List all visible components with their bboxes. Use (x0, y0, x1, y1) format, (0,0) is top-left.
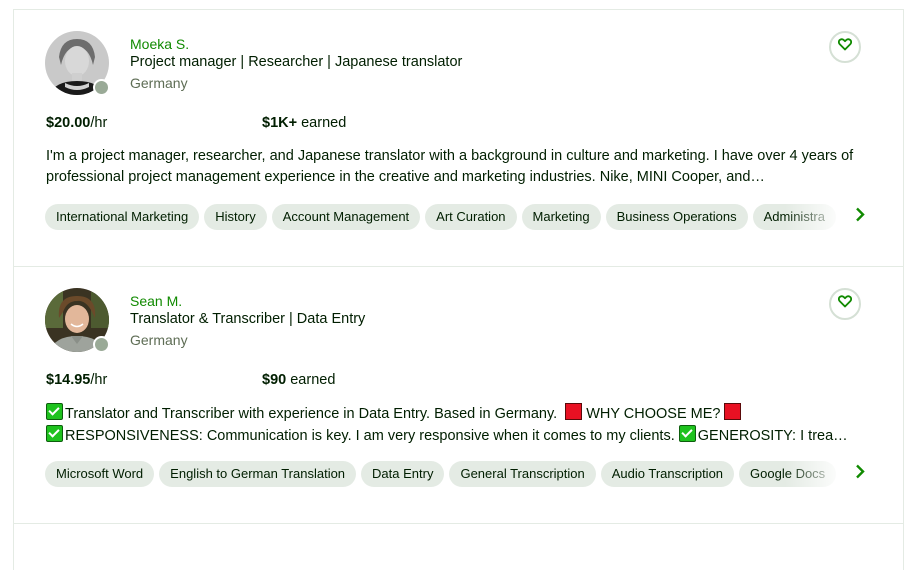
hourly-rate: $20.00/hr (46, 115, 107, 131)
check-mark-emoji-icon (678, 425, 696, 442)
red-square-emoji-icon (565, 403, 583, 420)
rate-unit: /hr (90, 115, 108, 131)
skills-next-button[interactable] (852, 206, 868, 228)
total-earned: $1K+ earned (262, 115, 346, 131)
hourly-rate: $14.95/hr (46, 372, 107, 388)
freelancer-description[interactable]: Translator and Transcriber with experien… (46, 403, 876, 447)
check-mark-emoji-icon (46, 403, 63, 420)
skill-chip[interactable]: Business Operations (605, 204, 748, 230)
description-text: RESPONSIVENESS: Communication is key. I … (65, 428, 675, 444)
skill-chip[interactable]: Data Entry (361, 461, 445, 487)
description-text: GENEROSITY: I trea… (697, 428, 848, 444)
skill-chip[interactable]: Marketing (521, 204, 601, 230)
save-favorite-button[interactable] (829, 31, 861, 63)
skill-chip[interactable]: Google Docs (739, 461, 837, 487)
description-text: Translator and Transcriber with experien… (65, 406, 558, 422)
rate-amount: $14.95 (46, 372, 91, 388)
earned-label: earned (297, 115, 347, 131)
save-favorite-button[interactable] (829, 288, 861, 320)
freelancer-list: Moeka S. Project manager | Researcher | … (13, 9, 904, 570)
skills-carousel: International Marketing History Account … (45, 204, 845, 231)
skill-chip[interactable]: Art Curation (425, 204, 517, 230)
skills-carousel: Microsoft Word English to German Transla… (45, 461, 845, 488)
freelancer-location: Germany (130, 332, 188, 348)
red-square-emoji-icon (724, 403, 742, 420)
earned-amount: $1K+ (262, 115, 298, 131)
rate-unit: /hr (90, 372, 108, 388)
chevron-right-icon (855, 464, 865, 484)
online-status-dot (93, 79, 110, 96)
skill-chip[interactable]: Microsoft Word (45, 461, 155, 487)
skill-chip[interactable]: English to German Translation (159, 461, 357, 487)
earned-amount: $90 (262, 372, 287, 388)
freelancer-title: Translator & Transcriber | Data Entry (130, 311, 366, 327)
freelancer-location: Germany (130, 75, 188, 91)
freelancer-description[interactable]: I'm a project manager, researcher, and J… (46, 146, 876, 188)
freelancer-name[interactable]: Moeka S. (130, 36, 189, 52)
heart-outline-icon (837, 38, 853, 56)
check-mark-emoji-icon (46, 425, 63, 442)
online-status-dot (93, 336, 110, 353)
freelancer-name[interactable]: Sean M. (130, 293, 182, 309)
heart-outline-icon (837, 295, 853, 313)
freelancer-card[interactable]: Moeka S. Project manager | Researcher | … (14, 10, 903, 267)
skill-chip[interactable]: Audio Transcription (600, 461, 735, 487)
description-text: WHY CHOOSE ME? (586, 406, 721, 422)
skill-chip[interactable]: Account Management (271, 204, 421, 230)
freelancer-card[interactable]: Sean M. Translator & Transcriber | Data … (14, 267, 903, 524)
skill-chip[interactable]: History (204, 204, 267, 230)
rate-amount: $20.00 (46, 115, 91, 131)
skill-chip[interactable]: International Marketing (45, 204, 200, 230)
total-earned: $90 earned (262, 372, 335, 388)
skills-next-button[interactable] (852, 463, 868, 485)
earned-label: earned (286, 372, 336, 388)
chevron-right-icon (855, 207, 865, 227)
freelancer-title: Project manager | Researcher | Japanese … (130, 54, 463, 70)
skill-chip[interactable]: Administra (752, 204, 836, 230)
skill-chip[interactable]: General Transcription (449, 461, 596, 487)
